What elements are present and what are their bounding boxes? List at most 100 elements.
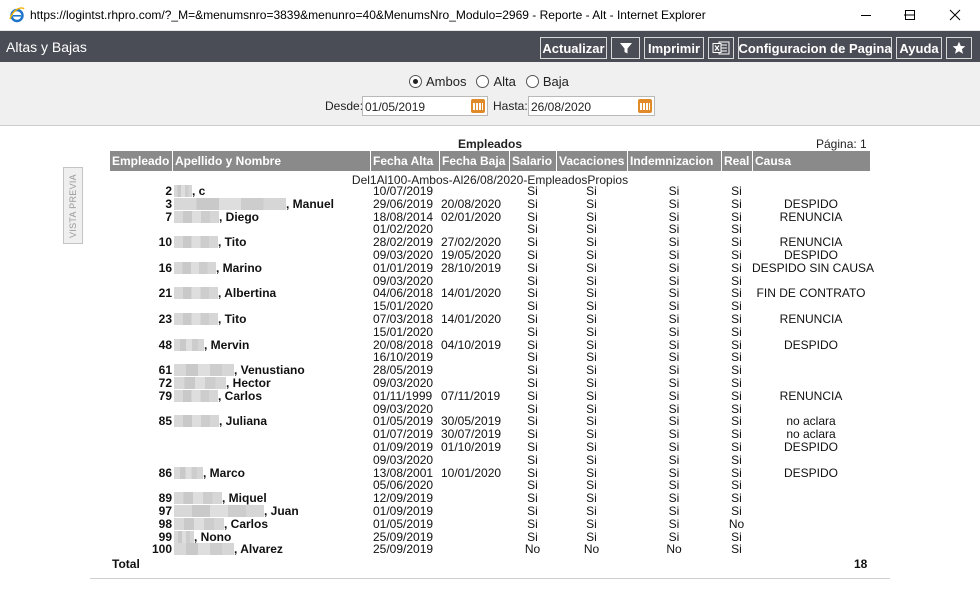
fecha-baja-cell: 04/10/2019 xyxy=(441,337,502,352)
report-sheet: Empleados Página: 1 Empleado Apellido y N… xyxy=(90,127,890,579)
employee-number-cell: 3 xyxy=(165,196,172,211)
fecha-alta-cell: 15/01/2020 xyxy=(373,324,434,339)
employee-number-cell xyxy=(110,441,172,454)
minimize-button[interactable] xyxy=(843,0,889,30)
maximize-button[interactable] xyxy=(887,0,933,30)
ayuda-button[interactable]: Ayuda xyxy=(896,37,942,59)
fecha-baja-cell: 07/11/2019 xyxy=(441,388,501,403)
excel-export-button[interactable] xyxy=(708,37,734,59)
salario-cell: Si xyxy=(527,388,538,403)
excel-icon xyxy=(712,41,730,55)
total-label: Total xyxy=(112,557,140,571)
hasta-calendar-icon[interactable] xyxy=(638,99,652,113)
masked-surname xyxy=(174,466,203,479)
salario-cell: Si xyxy=(527,196,538,211)
employee-name-text: , Tito xyxy=(218,312,247,326)
vacaciones-cell: Si xyxy=(586,516,597,531)
filter-icon xyxy=(619,43,632,54)
fecha-alta-cell: 09/03/2020 xyxy=(373,452,434,467)
employee-name-cell: , Albertina xyxy=(174,287,276,300)
desde-input[interactable]: 01/05/2019 xyxy=(362,96,488,116)
total-value: 18 xyxy=(854,557,868,571)
indemnizacion-cell: Si xyxy=(668,452,680,467)
employee-name-cell: , Juliana xyxy=(174,415,267,428)
fecha-baja-cell: 02/01/2020 xyxy=(441,209,502,224)
radio-ambos-dot[interactable] xyxy=(409,75,422,88)
causa-cell xyxy=(752,518,870,531)
star-icon xyxy=(952,41,966,54)
real-cell: Si xyxy=(731,260,742,275)
indemnizacion-cell: Si xyxy=(668,516,680,531)
radio-baja[interactable]: Baja xyxy=(525,74,569,89)
page-indicator: Página: 1 xyxy=(816,137,867,151)
filter-button[interactable] xyxy=(611,37,640,59)
radio-alta-label: Alta xyxy=(493,74,516,89)
causa-cell xyxy=(752,479,870,492)
employee-name-text: , Marco xyxy=(203,465,246,480)
employee-name-text: , Albertina xyxy=(218,286,277,301)
hasta-input[interactable]: 26/08/2020 xyxy=(528,96,655,116)
masked-surname xyxy=(174,530,194,543)
imprimir-button[interactable]: Imprimir xyxy=(644,37,704,59)
vista-previa-tab[interactable]: VISTA PREVIA xyxy=(63,167,83,244)
fecha-baja-cell: 28/10/2019 xyxy=(441,260,502,275)
masked-surname xyxy=(174,338,204,351)
employee-name-text: , Mervin xyxy=(204,337,250,352)
employee-name-text: , Manuel xyxy=(286,196,335,211)
desde-calendar-icon[interactable] xyxy=(471,99,485,113)
employee-name-cell: , Tito xyxy=(174,313,246,326)
radio-alta-dot[interactable] xyxy=(476,75,490,88)
desde-value: 01/05/2019 xyxy=(365,100,426,114)
page-label: Página: xyxy=(816,137,857,151)
report-area[interactable]: VISTA PREVIA Empleados Página: 1 Emplead… xyxy=(0,127,980,602)
causa-cell: DESPIDO SIN CAUSA xyxy=(752,260,875,275)
indemnizacion-cell: Si xyxy=(668,196,680,211)
employee-name-text: , Miquel xyxy=(222,491,267,506)
real-cell: Si xyxy=(731,388,742,403)
fecha-alta-cell: 29/06/2019 xyxy=(373,196,434,211)
report-title: Empleados xyxy=(458,137,523,151)
close-button[interactable] xyxy=(932,0,978,30)
employee-name-cell: , Carlos xyxy=(174,389,262,403)
page-number: 1 xyxy=(860,137,867,151)
fecha-alta-cell: 25/09/2019 xyxy=(373,542,434,557)
favorite-button[interactable] xyxy=(946,37,972,59)
column-header: Real xyxy=(721,151,752,171)
employee-name-text: , Juliana xyxy=(219,414,268,429)
fecha-baja-cell: 10/01/2020 xyxy=(441,465,502,480)
filter-panel: Ambos Alta Baja Desde: 01/05/2019 Hasta:… xyxy=(0,62,980,126)
minimize-icon xyxy=(861,15,871,16)
radio-ambos[interactable]: Ambos xyxy=(409,74,466,89)
fecha-baja-cell: 01/10/2019 xyxy=(441,440,502,454)
fecha-baja-cell: 20/08/2020 xyxy=(441,196,502,211)
causa-cell xyxy=(752,351,870,364)
indemnizacion-cell: Si xyxy=(668,324,680,339)
real-cell: Si xyxy=(731,196,742,211)
radio-alta[interactable]: Alta xyxy=(476,74,516,89)
column-header: Vacaciones xyxy=(556,151,627,171)
hasta-value: 26/08/2020 xyxy=(531,100,592,114)
fecha-alta-cell: 01/01/2019 xyxy=(373,260,434,275)
employee-name-text: , Nono xyxy=(194,529,232,544)
radio-ambos-label: Ambos xyxy=(426,74,467,89)
employee-number-cell: 86 xyxy=(158,465,172,480)
fecha-alta-cell: 01/05/2019 xyxy=(373,516,434,531)
salario-cell: Si xyxy=(527,260,538,275)
employee-number-cell xyxy=(110,428,172,441)
employee-name-text: , Juan xyxy=(264,504,299,518)
window-title: https://logintst.rhpro.com/?_M=&menumsnr… xyxy=(30,8,706,22)
real-cell: Si xyxy=(731,452,742,467)
masked-surname xyxy=(174,377,226,389)
actualizar-button[interactable]: Actualizar xyxy=(540,37,607,59)
employee-number-cell xyxy=(110,454,172,467)
employee-number-cell: 16 xyxy=(158,260,172,275)
employee-number-cell: 48 xyxy=(158,337,172,352)
configuracion-pagina-button[interactable]: Configuracion de Pagina xyxy=(738,37,892,59)
radio-baja-dot[interactable] xyxy=(525,75,539,88)
employee-name-cell: , Miquel xyxy=(174,492,267,505)
employee-name-cell: , Tito xyxy=(174,236,246,249)
vacaciones-cell: No xyxy=(583,542,600,557)
employee-name-cell: , c xyxy=(174,185,205,198)
causa-cell xyxy=(752,364,870,377)
masked-surname xyxy=(174,415,219,428)
